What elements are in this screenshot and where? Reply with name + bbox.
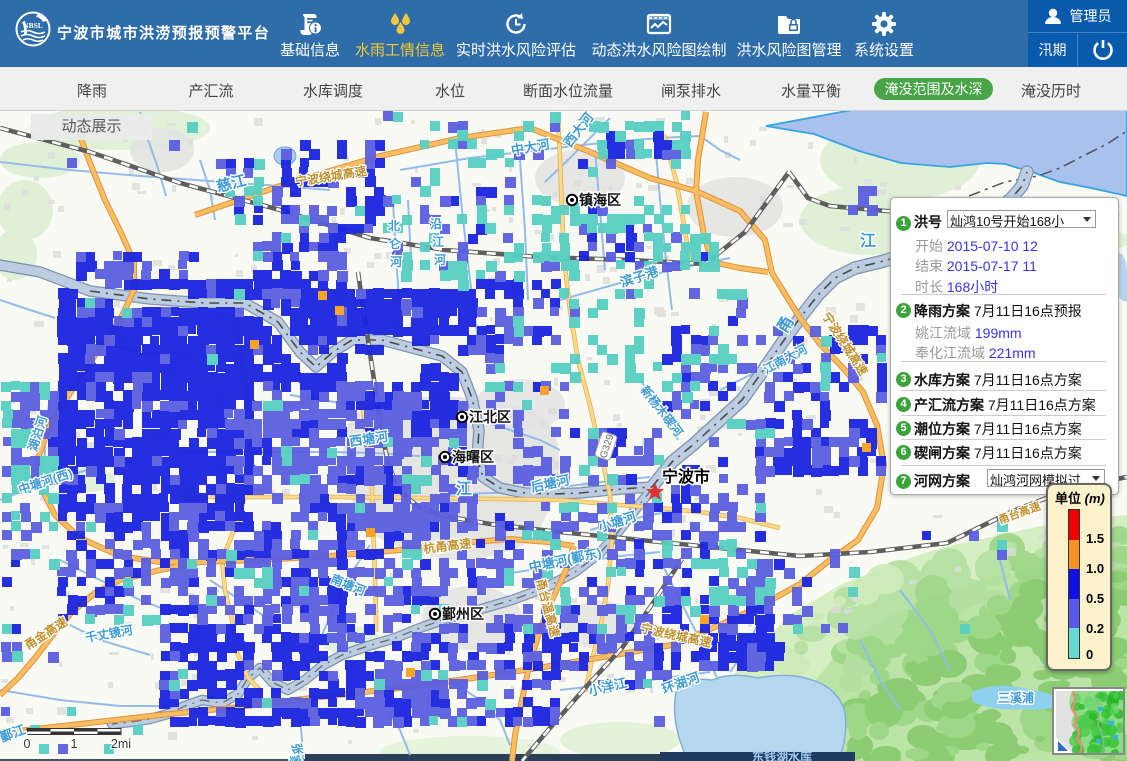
svg-text:三溪浦: 三溪浦 [998,690,1034,705]
svg-text:镇海区: 镇海区 [579,192,621,208]
svg-text:0: 0 [24,737,31,751]
svg-text:海曙区: 海曙区 [452,449,494,465]
svg-text:东钱湖水库: 东钱湖水库 [752,749,812,761]
svg-text:宁波市: 宁波市 [662,467,710,486]
svg-text:江: 江 [432,234,444,249]
svg-text:江: 江 [860,232,876,250]
svg-text:沿: 沿 [429,217,442,231]
svg-text:河: 河 [389,254,402,269]
svg-text:河: 河 [433,252,446,267]
svg-text:鄞州区: 鄞州区 [442,606,484,622]
svg-text:江: 江 [456,480,472,498]
svg-text:北: 北 [388,218,400,233]
svg-text:NBSL: NBSL [23,21,43,30]
svg-text:江北区: 江北区 [469,409,511,425]
svg-text:2mi: 2mi [111,737,131,751]
svg-text:仑: 仑 [389,236,402,251]
svg-text:1: 1 [71,737,78,751]
